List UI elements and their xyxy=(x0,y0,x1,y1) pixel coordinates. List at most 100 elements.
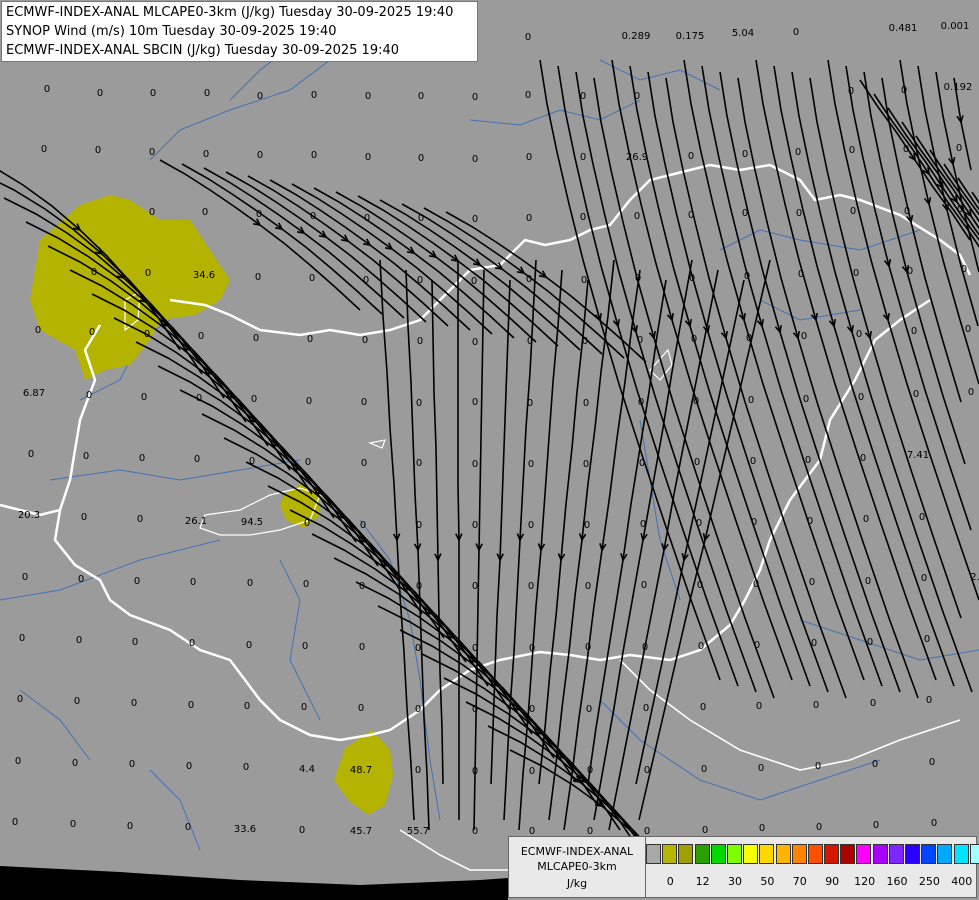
sbcin-value: 0 xyxy=(15,756,21,767)
sbcin-value: 0 xyxy=(796,208,802,219)
sbcin-value: 0 xyxy=(86,390,92,401)
weather-map: 0 0.289 0.175 5.04 0 0.481 0.001 0.192 0 0 0 0 0 0 0 0 0… xyxy=(0,0,979,900)
sbcin-value: 0 xyxy=(807,516,813,527)
sbcin-value: 0 xyxy=(793,27,799,38)
sbcin-value: 0 xyxy=(311,150,317,161)
sbcin-value: 0 xyxy=(416,520,422,531)
sbcin-value: 0 xyxy=(309,273,315,284)
sbcin-value: 0 xyxy=(418,153,424,164)
sbcin-value: 0 xyxy=(688,210,694,221)
sbcin-value: 0 xyxy=(584,520,590,531)
sbcin-value: 0 xyxy=(640,519,646,530)
sbcin-value: 0 xyxy=(253,333,259,344)
sbcin-value: 0.175 xyxy=(676,31,705,42)
sbcin-value: 0 xyxy=(137,514,143,525)
sbcin-value: 0 xyxy=(805,455,811,466)
sbcin-value: 0 xyxy=(756,701,762,712)
sbcin-value: 0 xyxy=(129,759,135,770)
sbcin-value: 0 xyxy=(585,581,591,592)
sbcin-value: 0.001 xyxy=(941,21,970,32)
legend-swatch xyxy=(872,844,888,864)
sbcin-value: 0 xyxy=(801,331,807,342)
sbcin-value: 0 xyxy=(929,757,935,768)
sbcin-value: 0 xyxy=(301,702,307,713)
sbcin-value: 0 xyxy=(196,393,202,404)
sbcin-value: 0 xyxy=(689,273,695,284)
legend-title-1: ECMWF-INDEX-ANAL xyxy=(520,845,634,858)
legend-title-2: MLCAPE0-3km xyxy=(537,860,617,873)
sbcin-value: 0 xyxy=(921,573,927,584)
sbcin-value: 0 xyxy=(644,765,650,776)
sbcin-value: 0 xyxy=(525,90,531,101)
legend-swatch xyxy=(646,844,661,864)
sbcin-value: 0 xyxy=(186,761,192,772)
sbcin-value: 0 xyxy=(189,638,195,649)
sbcin-value: 0 xyxy=(472,397,478,408)
sbcin-value: 0 xyxy=(145,268,151,279)
sbcin-value: 0 xyxy=(417,275,423,286)
sbcin-value: 0 xyxy=(865,576,871,587)
sbcin-value: 0 xyxy=(472,154,478,165)
sbcin-value: 0 xyxy=(44,84,50,95)
sbcin-value: 0 xyxy=(746,333,752,344)
sbcin-value: 0 xyxy=(694,457,700,468)
sbcin-value: 0 xyxy=(311,90,317,101)
sbcin-value: 0 xyxy=(72,758,78,769)
legend-swatch xyxy=(775,844,791,864)
sbcin-value: 0 xyxy=(860,453,866,464)
sbcin-value: 0 xyxy=(306,396,312,407)
sbcin-value: 2. xyxy=(970,572,979,583)
legend-swatch xyxy=(905,844,920,864)
sbcin-value: 0 xyxy=(185,822,191,833)
sbcin-value: 0 xyxy=(472,459,478,470)
sbcin-value: 26.9 xyxy=(626,152,648,163)
sbcin-value: 0 xyxy=(150,88,156,99)
sbcin-value: 0 xyxy=(416,581,422,592)
sbcin-value: 0 xyxy=(751,517,757,528)
sbcin-value: 0 xyxy=(583,459,589,470)
legend-label: 12 xyxy=(695,875,710,888)
sbcin-value: 0.481 xyxy=(889,23,918,34)
sbcin-value: 0 xyxy=(305,457,311,468)
sbcin-value: 0 xyxy=(12,817,18,828)
legend-label: 50 xyxy=(760,875,775,888)
sbcin-value: 0 xyxy=(131,698,137,709)
sbcin-value: 0 xyxy=(856,329,862,340)
sbcin-value: 0 xyxy=(97,88,103,99)
legend-label: 250 xyxy=(918,875,940,888)
sbcin-value: 0 xyxy=(91,267,97,278)
sbcin-value: 0 xyxy=(528,459,534,470)
legend-unit: J/kg xyxy=(566,877,588,890)
sbcin-value: 0 xyxy=(418,91,424,102)
sbcin-value: 0 xyxy=(526,274,532,285)
sbcin-value: 0 xyxy=(911,326,917,337)
sbcin-value: 0 xyxy=(919,512,925,523)
sbcin-value: 0 xyxy=(19,633,25,644)
sbcin-value: 0 xyxy=(870,698,876,709)
sbcin-value: 0 xyxy=(853,268,859,279)
sbcin-value: 0 xyxy=(580,152,586,163)
sbcin-value: 0 xyxy=(858,392,864,403)
sbcin-value: 0 xyxy=(472,92,478,103)
legend-swatch xyxy=(921,844,937,864)
sbcin-value: 0 xyxy=(581,275,587,286)
sbcin-value: 0 xyxy=(634,211,640,222)
sbcin-value: 94.5 xyxy=(241,517,263,528)
sbcin-value: 0 xyxy=(957,204,963,215)
sbcin-value: 0 xyxy=(363,275,369,286)
sbcin-value: 0 xyxy=(307,334,313,345)
sbcin-value: 0 xyxy=(965,324,971,335)
legend-swatch xyxy=(710,844,726,864)
sbcin-value: 0 xyxy=(365,91,371,102)
sbcin-value: 0 xyxy=(526,152,532,163)
sbcin-value: 0 xyxy=(204,88,210,99)
sbcin-value: 0 xyxy=(83,451,89,462)
sbcin-value: 0 xyxy=(691,334,697,345)
sbcin-value: 0 xyxy=(17,694,23,705)
sbcin-value: 0 xyxy=(926,695,932,706)
sbcin-value: 0 xyxy=(246,640,252,651)
sbcin-value: 0 xyxy=(251,394,257,405)
sbcin-value: 0 xyxy=(244,701,250,712)
legend-label: 90 xyxy=(825,875,840,888)
sbcin-value: 0 xyxy=(70,819,76,830)
